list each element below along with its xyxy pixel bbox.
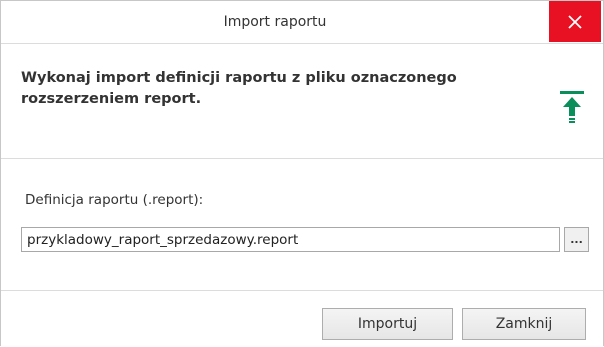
browse-button[interactable]: ... <box>564 227 589 252</box>
footer-divider <box>1 290 603 291</box>
close-icon <box>568 14 582 29</box>
dialog-description: Wykonaj import definicji raportu z pliku… <box>21 70 457 107</box>
dialog-header-section: Wykonaj import definicji raportu z pliku… <box>1 44 603 159</box>
close-dialog-button[interactable]: Zamknij <box>462 308 586 340</box>
report-definition-label: Definicja raportu (.report): <box>25 192 204 208</box>
dialog-titlebar[interactable]: Import raportu <box>1 1 603 44</box>
report-file-input[interactable] <box>21 227 560 252</box>
dialog-title: Import raportu <box>223 14 327 30</box>
import-button[interactable]: Importuj <box>322 308 453 340</box>
close-button[interactable] <box>549 1 601 42</box>
upload-icon <box>560 91 584 123</box>
import-report-dialog: Import raportu Wykonaj import definicji … <box>0 0 604 346</box>
